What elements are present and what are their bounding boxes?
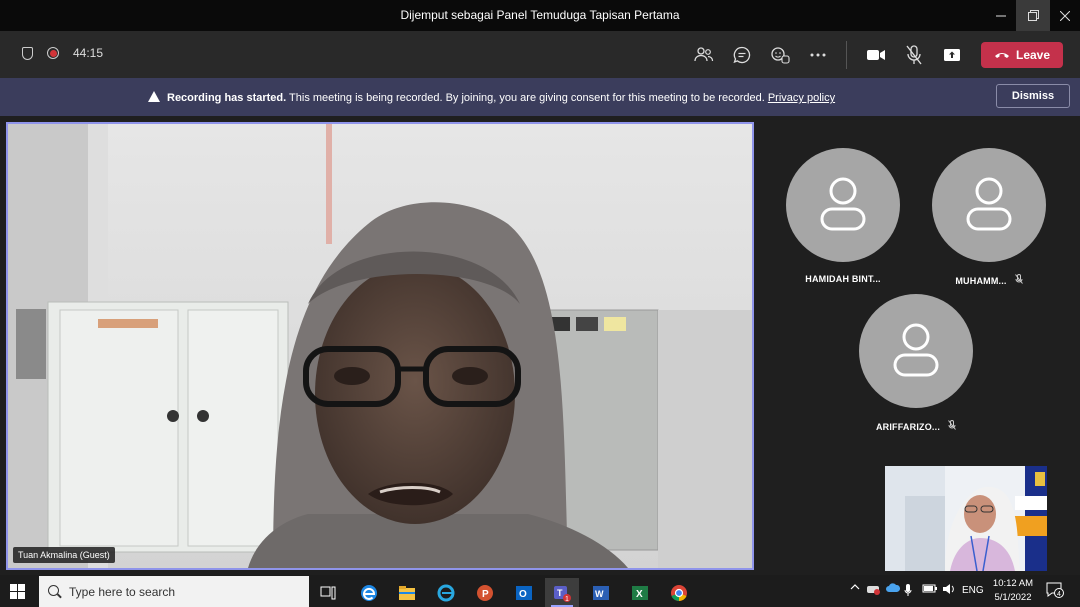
mic-off-icon xyxy=(1014,274,1023,286)
participant-name: MUHAMM... xyxy=(919,274,1059,286)
taskbar-clock[interactable]: 10:12 AM 5/1/2022 xyxy=(988,577,1038,605)
phone-hangup-icon xyxy=(994,53,1009,58)
recording-text: This meeting is being recorded. By joini… xyxy=(286,92,765,104)
share-icon[interactable] xyxy=(940,43,964,67)
windows-taskbar: Type here to search P O T1 W X ENG 10:12… xyxy=(0,575,1080,607)
toolbar-divider xyxy=(846,41,847,69)
chrome-icon[interactable] xyxy=(662,578,696,607)
person-icon xyxy=(893,323,939,377)
windows-start-icon[interactable] xyxy=(10,584,25,599)
participant-name-tag: Tuan Akmalina (Guest) xyxy=(13,547,115,563)
self-view-feed xyxy=(885,466,1047,571)
outlook-icon[interactable]: O xyxy=(507,578,541,607)
recording-message: Recording has started. This meeting is b… xyxy=(148,91,835,104)
edge-icon[interactable] xyxy=(352,578,386,607)
video-feed xyxy=(8,124,752,568)
person-icon xyxy=(820,177,866,231)
internet-explorer-icon[interactable] xyxy=(429,578,463,607)
dismiss-button[interactable]: Dismiss xyxy=(996,84,1070,108)
participant-tile[interactable]: ARIFFARIZO... xyxy=(846,294,986,432)
leave-button[interactable]: Leave xyxy=(981,42,1063,68)
record-icon xyxy=(47,47,59,59)
notification-icon[interactable]: 4 xyxy=(1046,582,1064,601)
powerpoint-icon[interactable]: P xyxy=(468,578,502,607)
close-icon[interactable] xyxy=(1048,0,1080,31)
avatar xyxy=(786,148,900,262)
svg-text:O: O xyxy=(519,589,527,600)
svg-text:T: T xyxy=(557,588,563,598)
leave-label: Leave xyxy=(1015,48,1051,62)
search-placeholder: Type here to search xyxy=(69,584,176,599)
meeting-status: 44:15 xyxy=(22,46,103,60)
warning-icon xyxy=(148,91,160,102)
clock-time: 10:12 AM xyxy=(992,578,1034,589)
security-tray-icon[interactable] xyxy=(866,583,880,598)
participant-tile[interactable]: HAMIDAH BINT... xyxy=(773,148,913,284)
people-icon[interactable] xyxy=(692,43,716,67)
onedrive-icon[interactable] xyxy=(886,583,901,596)
meeting-timer: 44:15 xyxy=(73,46,104,60)
notification-count: 4 xyxy=(1057,591,1061,598)
taskbar-search-input[interactable]: Type here to search xyxy=(39,576,309,607)
microphone-tray-icon[interactable] xyxy=(904,583,912,600)
participant-name: ARIFFARIZO... xyxy=(846,420,986,432)
avatar xyxy=(859,294,973,408)
file-explorer-icon[interactable] xyxy=(390,578,424,607)
self-view-video[interactable] xyxy=(885,466,1047,571)
meeting-toolbar: 44:15 Leave xyxy=(0,31,1080,78)
shield-icon[interactable] xyxy=(22,46,33,60)
chat-icon[interactable] xyxy=(730,43,754,67)
battery-icon[interactable] xyxy=(922,583,938,596)
participant-tile[interactable]: MUHAMM... xyxy=(919,148,1059,286)
camera-icon[interactable] xyxy=(864,43,888,67)
react-icon[interactable] xyxy=(768,43,792,67)
title-bar: Dijemput sebagai Panel Temuduga Tapisan … xyxy=(0,0,1080,31)
recording-title: Recording has started. xyxy=(167,92,287,104)
chevron-up-icon[interactable] xyxy=(850,583,860,594)
teams-icon[interactable]: T1 xyxy=(545,578,579,607)
avatar xyxy=(932,148,1046,262)
task-view-icon[interactable] xyxy=(311,578,345,607)
teams-badge: 1 xyxy=(565,596,569,603)
volume-icon[interactable] xyxy=(942,583,956,598)
mic-off-icon[interactable] xyxy=(902,43,926,67)
privacy-policy-link[interactable]: Privacy policy xyxy=(768,92,835,104)
clock-date: 5/1/2022 xyxy=(994,592,1032,603)
person-icon xyxy=(966,177,1012,231)
minimize-icon[interactable] xyxy=(984,0,1018,31)
main-video-tile[interactable]: Tuan Akmalina (Guest) xyxy=(6,122,754,570)
mic-off-icon xyxy=(948,420,956,432)
excel-icon[interactable]: X xyxy=(623,578,657,607)
restore-icon[interactable] xyxy=(1016,0,1050,31)
meeting-stage: Tuan Akmalina (Guest) HAMIDAH BINT... MU… xyxy=(0,116,1080,575)
svg-text:X: X xyxy=(636,589,643,600)
participant-name: HAMIDAH BINT... xyxy=(805,274,881,284)
more-icon[interactable] xyxy=(806,43,830,67)
search-icon xyxy=(48,585,59,596)
word-icon[interactable]: W xyxy=(584,578,618,607)
window-title: Dijemput sebagai Panel Temuduga Tapisan … xyxy=(400,8,680,22)
language-indicator[interactable]: ENG xyxy=(962,585,984,596)
recording-banner: Recording has started. This meeting is b… xyxy=(0,78,1080,116)
svg-text:P: P xyxy=(482,589,489,600)
svg-text:W: W xyxy=(595,589,604,599)
